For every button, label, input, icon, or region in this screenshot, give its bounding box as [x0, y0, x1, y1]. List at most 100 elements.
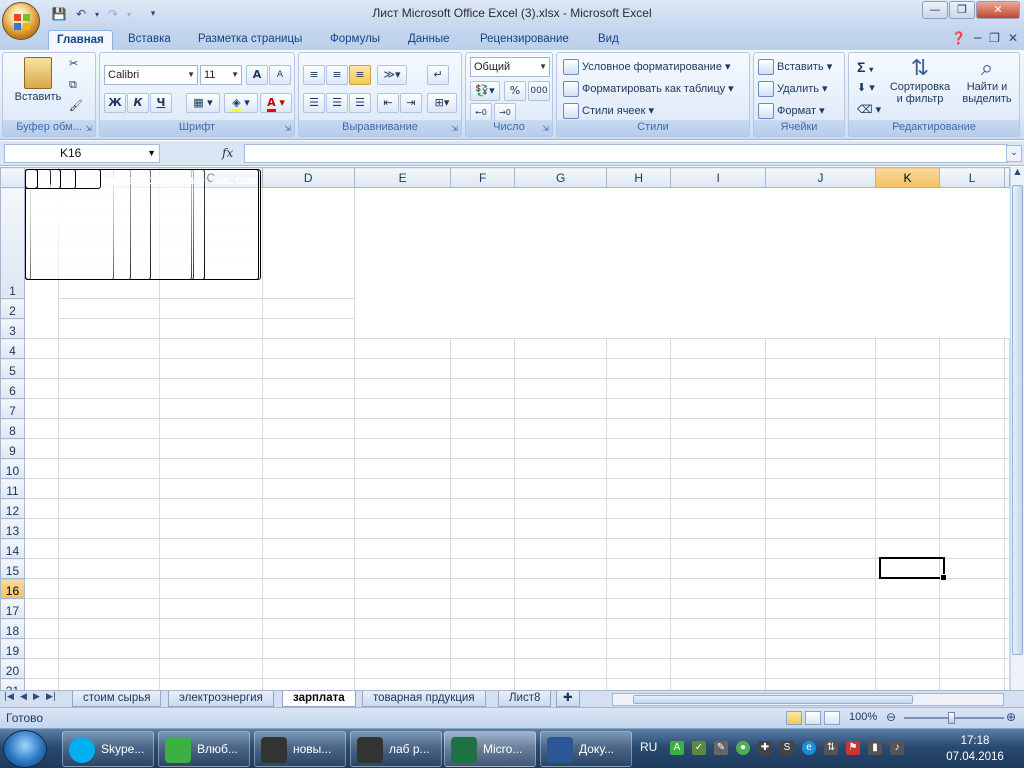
cell-C9[interactable] [159, 438, 263, 459]
copy-icon[interactable]: ⧉ [69, 79, 77, 92]
cell-J13[interactable] [765, 518, 876, 539]
column-header[interactable]: I [670, 167, 767, 188]
cell-B20[interactable] [57, 658, 161, 679]
font-launcher-icon[interactable]: ⇲ [284, 124, 291, 133]
find-select-button[interactable]: ⌕ Найти и выделить [957, 55, 1017, 105]
cell-K16[interactable] [874, 578, 941, 599]
cell-C16[interactable] [159, 578, 263, 599]
cell-F17[interactable] [450, 598, 515, 619]
cell-overflow[interactable] [1004, 618, 1010, 639]
cell-D19[interactable] [261, 638, 355, 659]
cell-L6[interactable] [939, 378, 1005, 399]
cell-L14[interactable] [939, 538, 1005, 559]
cell-J8[interactable] [765, 418, 876, 439]
cell-overflow[interactable] [1004, 578, 1010, 599]
cell-K17[interactable] [874, 598, 941, 619]
cell-F9[interactable] [450, 438, 515, 459]
cell-H4[interactable] [606, 338, 672, 359]
cell-A9[interactable] [23, 438, 59, 459]
cell-A11[interactable] [23, 478, 59, 499]
cell-B13[interactable] [57, 518, 161, 539]
cell-overflow[interactable] [1004, 478, 1010, 499]
cell-D12[interactable] [261, 498, 355, 519]
cell-J21[interactable] [765, 678, 876, 690]
ribbon-restore-icon[interactable]: ❐ [989, 31, 1000, 45]
cell-J19[interactable] [765, 638, 876, 659]
cell-A13[interactable] [23, 518, 59, 539]
cell-E17[interactable] [353, 598, 452, 619]
cell-L17[interactable] [939, 598, 1005, 619]
tab-page-layout[interactable]: Разметка страницы [190, 30, 310, 50]
cell-B6[interactable] [57, 378, 161, 399]
cell-B11[interactable] [57, 478, 161, 499]
borders-button[interactable]: ▦ ▾ [186, 93, 220, 113]
tray-ie-icon[interactable]: e [802, 741, 816, 755]
cell-L12[interactable] [939, 498, 1005, 519]
cell-overflow[interactable] [1004, 398, 1010, 419]
clipboard-launcher-icon[interactable]: ⇲ [85, 124, 92, 133]
cell-C10[interactable] [159, 458, 263, 479]
align-bottom-icon[interactable]: ≡ [349, 65, 371, 85]
cell-B17[interactable] [57, 598, 161, 619]
conditional-formatting-button[interactable]: Условное форматирование ▾ [563, 59, 731, 75]
cell-G7[interactable] [513, 398, 608, 419]
cell-A17[interactable] [23, 598, 59, 619]
zoom-in-icon[interactable]: ⊕ [1006, 710, 1016, 724]
format-cells-button[interactable]: Формат ▾ [758, 103, 825, 119]
cell-I15[interactable] [670, 558, 767, 579]
cell-E11[interactable] [353, 478, 452, 499]
cell-L10[interactable] [939, 458, 1005, 479]
row-header[interactable]: 2 [0, 298, 25, 319]
cell-G9[interactable] [513, 438, 608, 459]
alignment-launcher-icon[interactable]: ⇲ [451, 124, 458, 133]
percent-button[interactable]: % [504, 81, 526, 101]
cell-F5[interactable] [450, 358, 515, 379]
select-all-corner[interactable] [0, 167, 25, 188]
align-top-icon[interactable]: ≡ [303, 65, 325, 85]
cell-J3[interactable]: ? [24, 169, 38, 189]
cell-E18[interactable] [353, 618, 452, 639]
underline-button[interactable]: Ч [150, 93, 172, 113]
tray-flag-icon[interactable]: ⚑ [846, 741, 860, 755]
cell-H7[interactable] [606, 398, 672, 419]
cell-B15[interactable] [57, 558, 161, 579]
cell-G12[interactable] [513, 498, 608, 519]
cell-E19[interactable] [353, 638, 452, 659]
taskbar-skype[interactable]: Skype... [62, 731, 154, 767]
cell-I5[interactable] [670, 358, 767, 379]
taskbar-excel[interactable]: Micro... [444, 731, 536, 767]
cell-C13[interactable] [159, 518, 263, 539]
cell-J12[interactable] [765, 498, 876, 519]
cell-H21[interactable] [606, 678, 672, 690]
cell-G10[interactable] [513, 458, 608, 479]
cell-D14[interactable] [261, 538, 355, 559]
cell-L15[interactable] [939, 558, 1005, 579]
bold-button[interactable]: Ж [104, 93, 126, 113]
cell-E8[interactable] [353, 418, 452, 439]
cell-B7[interactable] [57, 398, 161, 419]
cell-C12[interactable] [159, 498, 263, 519]
cell-K4[interactable] [874, 338, 941, 359]
cell-I7[interactable] [670, 398, 767, 419]
wrap-text-icon[interactable]: ↵ [427, 65, 449, 85]
cell-C14[interactable] [159, 538, 263, 559]
cell-K11[interactable] [874, 478, 941, 499]
cell-E7[interactable] [353, 398, 452, 419]
cell-overflow[interactable] [261, 298, 355, 319]
cell-K3[interactable] [57, 318, 161, 339]
cell-K10[interactable] [874, 458, 941, 479]
cell-I21[interactable] [670, 678, 767, 690]
fill-icon[interactable]: ⬇ ▾ [857, 81, 875, 94]
cell-D17[interactable] [261, 598, 355, 619]
sheet-tab-salary[interactable]: зарплата [282, 691, 356, 707]
cell-H12[interactable] [606, 498, 672, 519]
cell-E9[interactable] [353, 438, 452, 459]
cell-A14[interactable] [23, 538, 59, 559]
insert-sheet-icon[interactable]: ✚ [556, 691, 580, 707]
tray-pen-icon[interactable]: ✎ [714, 741, 728, 755]
cell-C7[interactable] [159, 398, 263, 419]
cell-E15[interactable] [353, 558, 452, 579]
cell-A7[interactable] [23, 398, 59, 419]
expand-formula-bar-icon[interactable]: ⌄ [1006, 145, 1022, 162]
tab-insert[interactable]: Вставка [120, 30, 179, 50]
